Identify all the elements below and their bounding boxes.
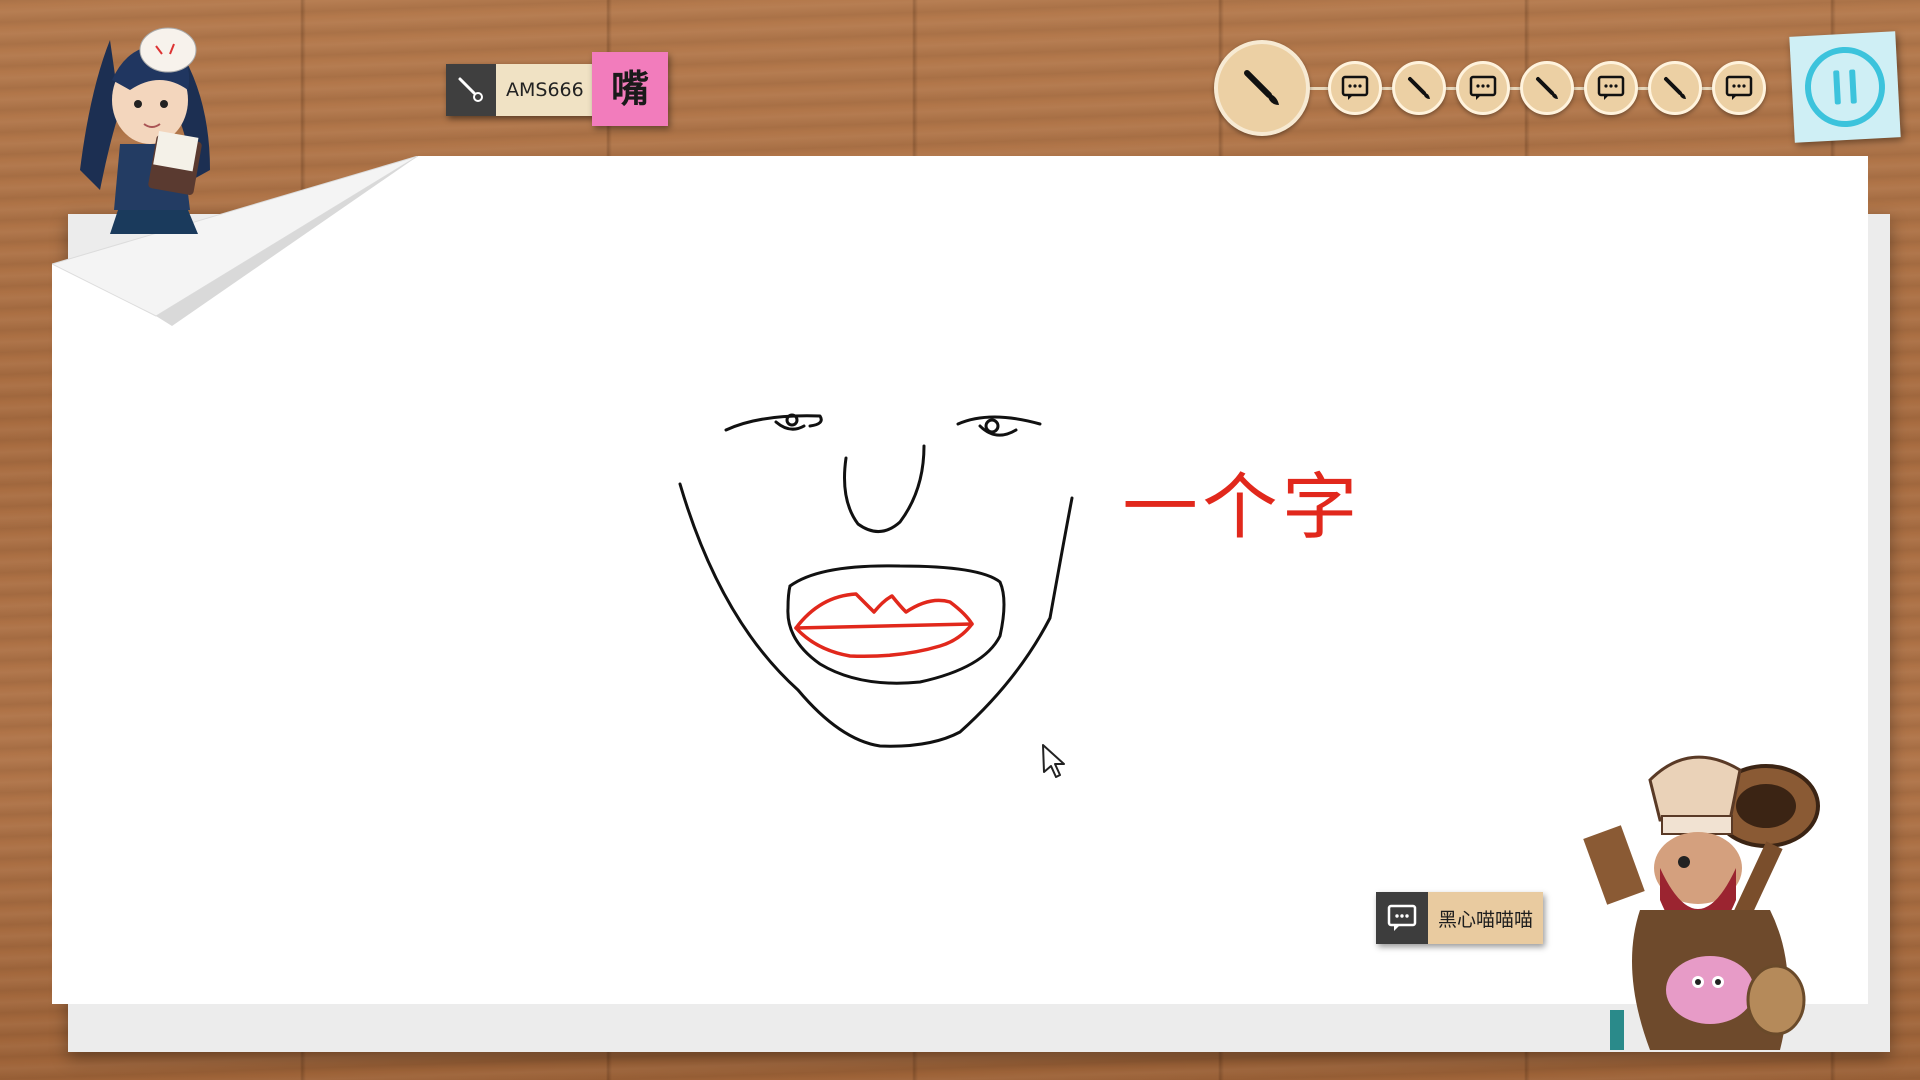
chat-bubble-icon <box>1469 75 1497 100</box>
round-draw <box>1392 61 1446 115</box>
round-progress <box>1210 38 1770 138</box>
canvas-caption: 一个字 <box>1122 465 1362 549</box>
word-hint-note: 嘴 <box>592 52 668 126</box>
chat-message-text: 黑心喵喵喵 <box>1428 892 1544 944</box>
character-artist-girl <box>80 27 210 234</box>
chat-bubble-icon <box>1725 75 1753 100</box>
round-draw <box>1520 61 1574 115</box>
round-current-draw <box>1214 40 1310 136</box>
mouse-cursor-icon <box>1042 744 1065 778</box>
artist-name: AMS666 <box>496 64 594 116</box>
chat-bubble-icon <box>1597 75 1625 100</box>
artist-tag: AMS666 <box>446 64 594 116</box>
round-guess <box>1712 61 1766 115</box>
chat-bubble-icon <box>1341 75 1369 100</box>
brush-icon <box>1536 77 1558 99</box>
pause-button[interactable] <box>1789 31 1901 143</box>
brush-icon <box>446 64 496 116</box>
brush-icon <box>1408 77 1430 99</box>
round-draw <box>1648 61 1702 115</box>
chat-message: 黑心喵喵喵 <box>1376 892 1544 944</box>
chat-bubble-icon <box>1376 892 1428 944</box>
round-guess <box>1584 61 1638 115</box>
brush-icon <box>1664 77 1686 99</box>
character-pirate-dwarf <box>1583 755 1820 1050</box>
round-guess <box>1456 61 1510 115</box>
pause-icon <box>1804 46 1885 127</box>
brush-icon <box>1244 70 1279 105</box>
round-guess <box>1328 61 1382 115</box>
